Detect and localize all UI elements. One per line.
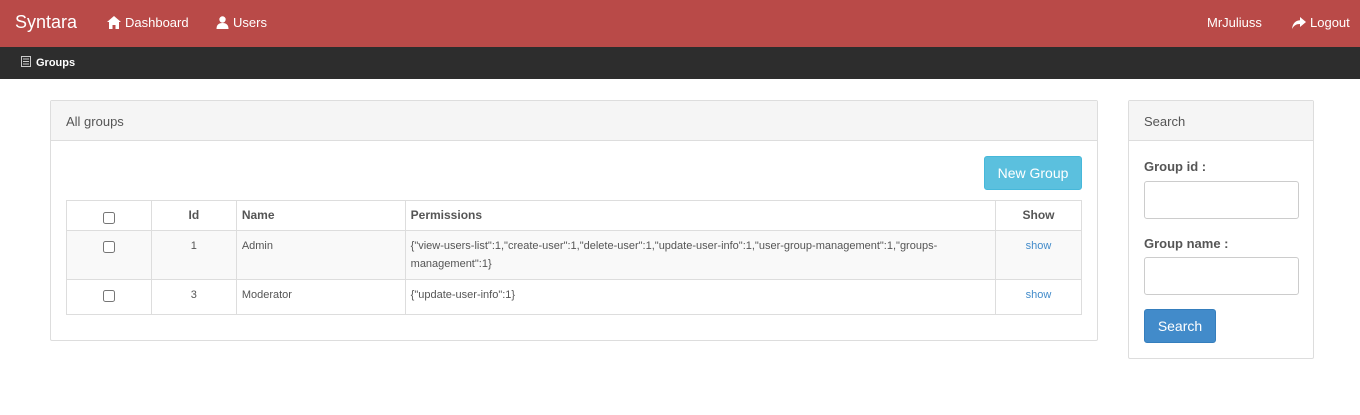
table-header-row: Id Name Permissions Show xyxy=(66,200,1082,231)
row-id: 1 xyxy=(150,230,237,280)
table-row: 3 Moderator {"update-user-info":1} show xyxy=(66,279,1082,315)
nav-users-label: Users xyxy=(233,15,267,30)
header-name[interactable]: Name xyxy=(235,200,406,231)
group-id-label: Group id : xyxy=(1144,159,1207,174)
row-name: Moderator xyxy=(235,279,406,315)
search-panel-title: Search xyxy=(1129,101,1313,141)
row-permissions: {"update-user-info":1} xyxy=(404,279,997,315)
new-group-button[interactable]: New Group xyxy=(984,156,1082,190)
row-show-cell: show xyxy=(995,279,1082,315)
logout-label: Logout xyxy=(1310,15,1350,30)
show-link[interactable]: show xyxy=(1026,289,1052,301)
logout-link[interactable]: Logout xyxy=(1292,15,1350,30)
username-link[interactable]: MrJuliuss xyxy=(1207,15,1262,30)
subnav-groups-link[interactable]: Groups xyxy=(21,56,75,70)
sub-navbar: Groups xyxy=(0,47,1360,79)
row-id: 3 xyxy=(150,279,237,315)
nav-dashboard-label: Dashboard xyxy=(125,15,189,30)
groups-table: Id Name Permissions Show 1 Admin {"view-… xyxy=(66,200,1082,315)
home-icon xyxy=(107,16,121,29)
show-link[interactable]: show xyxy=(1026,240,1052,252)
row-select-cell xyxy=(66,279,152,315)
header-permissions[interactable]: Permissions xyxy=(404,200,997,231)
table-row: 1 Admin {"view-users-list":1,"create-use… xyxy=(66,230,1082,280)
select-all-checkbox[interactable] xyxy=(102,212,115,224)
row-select-cell xyxy=(66,230,152,280)
nav-dashboard-link[interactable]: Dashboard xyxy=(107,15,189,30)
select-all-header xyxy=(66,200,152,231)
top-navbar: Syntara Dashboard Users MrJuliuss Logout xyxy=(0,0,1360,47)
username-label: MrJuliuss xyxy=(1207,15,1262,30)
group-name-label: Group name : xyxy=(1144,236,1229,251)
search-button[interactable]: Search xyxy=(1144,309,1216,343)
row-checkbox[interactable] xyxy=(102,290,115,302)
row-checkbox[interactable] xyxy=(102,241,115,253)
header-id[interactable]: Id xyxy=(150,200,237,231)
user-icon xyxy=(216,16,229,29)
row-permissions: {"view-users-list":1,"create-user":1,"de… xyxy=(404,230,997,280)
brand-logo[interactable]: Syntara xyxy=(15,12,77,33)
search-panel: Search Group id : Group name : Search xyxy=(1128,100,1314,359)
panel-title: All groups xyxy=(51,101,1097,141)
all-groups-panel: All groups New Group Id Name Permissions… xyxy=(50,100,1098,341)
row-show-cell: show xyxy=(995,230,1082,280)
group-id-input[interactable] xyxy=(1144,181,1299,219)
nav-users-link[interactable]: Users xyxy=(216,15,267,30)
row-name: Admin xyxy=(235,230,406,280)
list-icon xyxy=(21,56,31,70)
group-name-input[interactable] xyxy=(1144,257,1299,295)
header-show: Show xyxy=(995,200,1082,231)
share-arrow-icon xyxy=(1292,16,1306,29)
subnav-groups-label: Groups xyxy=(36,57,76,69)
